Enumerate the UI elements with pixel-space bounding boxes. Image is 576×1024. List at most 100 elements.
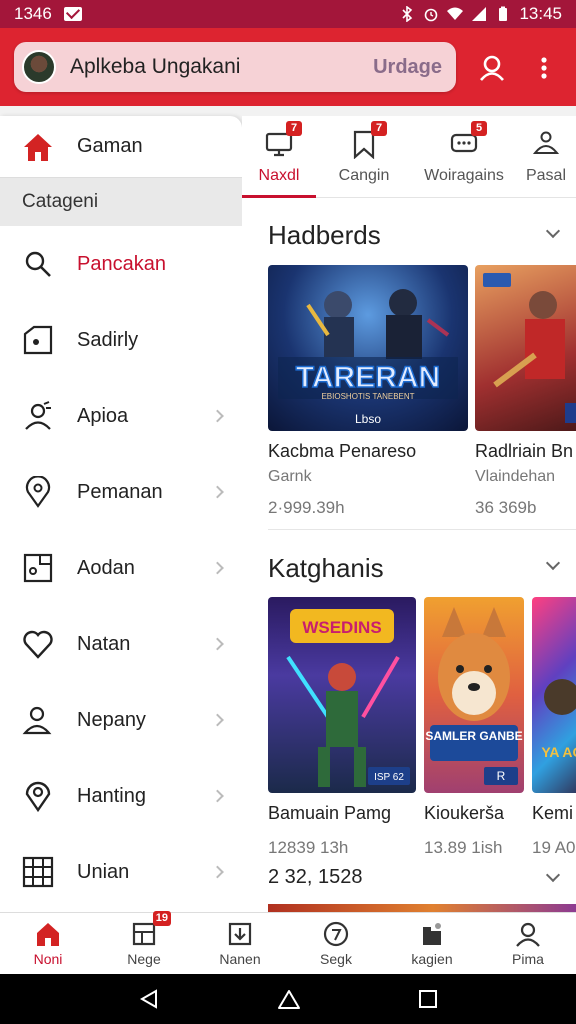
account-button[interactable] (472, 48, 512, 88)
drawer-item-label: Natan (77, 632, 131, 655)
game-thumbnail: YA AC (532, 597, 576, 793)
drawer-item-label: Unian (77, 860, 130, 883)
game-art-subtitle: EBIOSHOTIS TANEBENT (321, 392, 414, 401)
home-nav-icon[interactable] (277, 988, 301, 1010)
bottom-nav-item-1[interactable]: 19 Nege (96, 910, 192, 974)
bottom-nav-item-5[interactable]: Pima (480, 913, 576, 974)
tab-2[interactable]: 5 Woiragains (412, 116, 516, 197)
library-icon (419, 921, 445, 947)
game-art-title: YA AC (541, 744, 576, 760)
next-row-preview (268, 904, 576, 912)
game-art (483, 273, 576, 423)
game-title: Kacbma Penareso (268, 441, 417, 461)
game-card[interactable]: TARERAN EBIOSHOTIS TANEBENT Lbso Kacbma … (268, 265, 468, 518)
bottom-nav-label: Nege (127, 950, 161, 967)
drawer-item-1[interactable]: Sadirly (0, 302, 242, 378)
bottom-navigation: Noni 19 Nege Nanen Segk kagien Pima (0, 910, 576, 974)
mail-icon (63, 7, 82, 21)
download-icon (227, 921, 253, 947)
drawer-item-label: Pemanan (77, 480, 163, 503)
folder-icon (20, 322, 56, 358)
game-thumbnail: WSEDINS ISP 62 (268, 597, 416, 793)
bottom-nav-label: Segk (320, 950, 352, 967)
account-pill[interactable]: Aplkeba Ungakani Urdage (14, 42, 456, 92)
tab-badge: 7 (371, 121, 387, 136)
game-art-tag: R (497, 769, 506, 783)
chevron-right-icon (211, 713, 224, 727)
game-subtitle: Garnk (268, 468, 312, 485)
game-art-title: TARERAN (296, 361, 440, 394)
chevron-right-icon (211, 865, 224, 879)
section-divider (268, 529, 576, 530)
bluetooth-icon (402, 6, 413, 22)
bottom-nav-label: Noni (33, 950, 63, 967)
navigation-drawer: Gaman Catageni Pancakan Sadirly Apioa Pe… (0, 116, 242, 912)
drawer-item-6[interactable]: Nepany (0, 682, 242, 758)
location-icon (20, 778, 56, 814)
upgrade-button[interactable]: Urdage (373, 56, 442, 79)
heart-icon (20, 626, 56, 662)
home-icon (20, 129, 56, 165)
home-icon (35, 921, 61, 947)
recents-icon[interactable] (418, 989, 438, 1009)
game-art: SAMLER GANBE R (425, 607, 523, 785)
status-time-left: 1346 (14, 4, 52, 23)
bottom-nav-label: Pima (512, 950, 544, 967)
chevron-down-icon[interactable] (545, 223, 561, 239)
tab-badge: 7 (286, 121, 302, 136)
chevron-down-icon[interactable] (545, 555, 561, 571)
chevron-down-icon[interactable] (545, 867, 561, 883)
grid-icon (20, 854, 56, 890)
tab-1[interactable]: 7 Cangin (316, 116, 412, 197)
back-icon[interactable] (138, 988, 160, 1010)
game-card[interactable]: WSEDINS ISP 62 Bamuain Pamg 12839 13h (268, 597, 416, 858)
tab-label: Cangin (338, 167, 390, 184)
chevron-right-icon (211, 485, 224, 499)
game-title: Kemi (532, 803, 574, 823)
drawer-item-label: Apioa (77, 404, 129, 427)
drawer-section-header: Catageni (0, 178, 242, 226)
chevron-right-icon (211, 409, 224, 423)
game-meta: 13.89 1ish (424, 838, 503, 857)
drawer-item-2[interactable]: Apioa (0, 378, 242, 454)
bottom-nav-item-4[interactable]: kagien (384, 913, 480, 974)
main-content: 7 Naxdl 7 Cangin 5 Woiragains Pasal Hadb (242, 116, 576, 912)
game-card[interactable]: SAMLER GANBE R Kioukerša 13.89 1ish (424, 597, 524, 858)
avatar[interactable] (22, 50, 56, 84)
category-tabs: 7 Naxdl 7 Cangin 5 Woiragains Pasal (242, 116, 576, 198)
drawer-item-0[interactable]: Pancakan (0, 226, 242, 302)
game-meta: 36 369b (475, 498, 537, 517)
tab-0[interactable]: 7 Naxdl (242, 116, 316, 198)
clock-icon (323, 921, 349, 947)
signal-icon (472, 7, 487, 21)
game-subtitle: Vlaindehan (475, 468, 556, 485)
bottom-nav-item-2[interactable]: Nanen (192, 913, 288, 974)
drawer-item-3[interactable]: Pemanan (0, 454, 242, 530)
status-bar: 1346 13:45 (0, 0, 576, 28)
game-title: Bamuain Pamg (268, 803, 392, 823)
more-menu-button[interactable] (524, 48, 564, 88)
account-icon (480, 55, 504, 81)
game-art: YA AC (541, 679, 576, 760)
game-art: WSEDINS ISP 62 (286, 609, 410, 787)
game-card[interactable]: YA AC Kemi 19 A0 (532, 597, 576, 858)
tab-3[interactable]: Pasal (516, 116, 576, 197)
drawer-item-7[interactable]: Hanting (0, 758, 242, 834)
drawer-item-label: Sadirly (77, 328, 139, 351)
bottom-nav-item-3[interactable]: Segk (288, 913, 384, 974)
puzzle-icon (20, 398, 56, 434)
game-art-tag: Lbso (355, 412, 381, 426)
drawer-item-5[interactable]: Natan (0, 606, 242, 682)
user-icon (20, 702, 56, 738)
news-icon: 19 (131, 910, 171, 947)
game-card[interactable]: Radlriain Bn Vlaindehan 36 369b (475, 265, 576, 518)
people-icon (531, 129, 561, 159)
bottom-nav-item-0[interactable]: Noni (0, 913, 96, 974)
drawer-item-label: Pancakan (77, 252, 166, 275)
section-title: Katghanis (268, 553, 384, 583)
drawer-item-4[interactable]: Aodan (0, 530, 242, 606)
game-thumbnail: SAMLER GANBE R (424, 597, 524, 793)
game-art: TARERAN EBIOSHOTIS TANEBENT Lbso (278, 289, 458, 426)
drawer-item-8[interactable]: Unian (0, 834, 242, 910)
drawer-item-home[interactable]: Gaman (0, 116, 242, 178)
